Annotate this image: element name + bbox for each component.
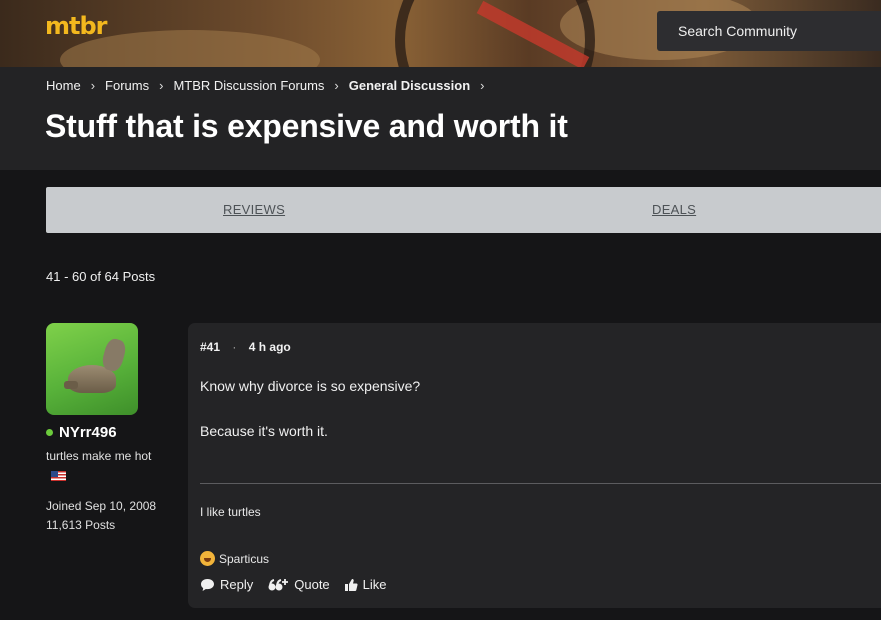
- chevron-right-icon: ›: [480, 78, 485, 93]
- author-post-count: 11,613 Posts: [46, 518, 116, 532]
- logo-text: mtbr: [45, 12, 107, 40]
- breadcrumb-forums[interactable]: Forums: [105, 78, 149, 93]
- post-body: Know why divorce is so expensive? Becaus…: [200, 375, 420, 442]
- breadcrumb: Home › Forums › MTBR Discussion Forums ›…: [46, 78, 494, 93]
- flag-canton: [51, 471, 58, 477]
- thread-header: Home › Forums › MTBR Discussion Forums ›…: [0, 67, 881, 170]
- quote-label: Quote: [294, 577, 330, 592]
- online-status-icon: [46, 429, 53, 436]
- header-banner: mtbr Search Community: [0, 0, 881, 67]
- post-meta: #41 · 4 h ago: [200, 340, 291, 354]
- breadcrumb-general-discussion[interactable]: General Discussion: [349, 78, 470, 93]
- turtle-leg: [64, 381, 78, 389]
- post-actions: Reply Quote Like: [200, 577, 401, 592]
- reply-label: Reply: [220, 577, 254, 592]
- author-name-row: NYrr496: [46, 424, 176, 441]
- tab-deals[interactable]: DEALS: [652, 202, 696, 217]
- author-name[interactable]: NYrr496: [59, 424, 117, 441]
- like-button[interactable]: Like: [344, 577, 387, 592]
- author-stats: Joined Sep 10, 2008 11,613 Posts: [46, 497, 176, 535]
- author-info: NYrr496 turtles make me hot Joined Sep 1…: [46, 424, 176, 535]
- tab-reviews[interactable]: REVIEWS: [223, 202, 285, 217]
- like-label: Like: [362, 577, 387, 592]
- quote-plus-icon: [268, 578, 289, 590]
- forum-tab-bar: REVIEWS DEALS: [46, 187, 881, 233]
- page-title: Stuff that is expensive and worth it: [45, 108, 568, 144]
- signature: I like turtles: [200, 505, 261, 519]
- reaction-summary[interactable]: Sparticus: [200, 551, 269, 566]
- turtle-head: [100, 336, 128, 374]
- speech-bubble-icon: [201, 578, 214, 591]
- quote-button[interactable]: Quote: [267, 577, 330, 592]
- breadcrumb-mtbr-discussion-forums[interactable]: MTBR Discussion Forums: [173, 78, 324, 93]
- reply-button[interactable]: Reply: [200, 577, 253, 592]
- meta-separator: ·: [232, 340, 237, 354]
- post-time: 4 h ago: [248, 340, 291, 354]
- search-input[interactable]: Search Community: [657, 11, 881, 51]
- post-card: #41 · 4 h ago Know why divorce is so exp…: [188, 323, 881, 608]
- post-number[interactable]: #41: [200, 340, 220, 354]
- post-text: Know why divorce is so expensive?: [200, 378, 421, 394]
- chevron-right-icon: ›: [159, 78, 164, 93]
- avatar[interactable]: [46, 323, 138, 415]
- us-flag-icon: [51, 471, 66, 481]
- post-text: Because it's worth it.: [200, 423, 328, 439]
- chevron-right-icon: ›: [90, 78, 96, 93]
- thumbs-up-icon: [344, 578, 358, 591]
- post-count: 41 - 60 of 64 Posts: [46, 269, 156, 284]
- search-placeholder: Search Community: [678, 23, 798, 39]
- site-logo[interactable]: mtbr: [45, 12, 107, 40]
- chevron-right-icon: ›: [334, 78, 339, 93]
- author-joined: Joined Sep 10, 2008: [46, 499, 157, 513]
- breadcrumb-home[interactable]: Home: [46, 78, 81, 93]
- laughing-emoji-icon: [200, 551, 215, 566]
- reaction-user: Sparticus: [219, 551, 270, 566]
- author-title: turtles make me hot: [46, 449, 152, 463]
- signature-divider: [200, 483, 881, 484]
